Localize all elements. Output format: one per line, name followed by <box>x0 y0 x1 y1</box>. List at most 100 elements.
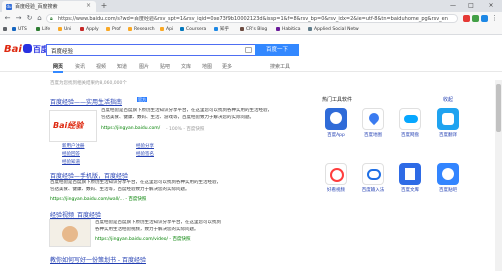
window-close-icon[interactable]: × <box>484 0 498 12</box>
sublink[interactable]: 经验分享 <box>136 143 154 149</box>
watermark-line1: PConline <box>388 200 449 217</box>
menu-icon[interactable]: ⋮ <box>490 14 499 23</box>
close-tab-icon[interactable]: × <box>86 2 91 9</box>
folder-icon <box>12 26 16 31</box>
app-netdisk[interactable]: 百度网盘 <box>398 108 422 138</box>
app-baidu[interactable]: 百度App <box>324 108 348 138</box>
tab-title: 百度经验_百度搜索 <box>15 4 58 10</box>
lock-icon: 🔒︎ <box>50 16 53 22</box>
search-tools[interactable]: 搜索工具 <box>270 63 290 70</box>
bookmark-item[interactable]: Apply <box>80 26 99 34</box>
bookmark-item[interactable]: Applied Social Netw <box>308 26 359 34</box>
tab-video[interactable]: 视频 <box>96 63 106 70</box>
result-title[interactable]: 百度经验—手机版，百度经验 <box>50 171 128 180</box>
tab-images[interactable]: 图片 <box>139 63 149 70</box>
minimize-icon[interactable]: — <box>446 0 460 12</box>
result-desc: 百度经验是百度旗下原创生活知识分享平台，在这里您可以找到各种实用的生活经验， <box>101 108 272 113</box>
home-icon[interactable]: ⌂ <box>35 14 44 23</box>
result-url[interactable]: https://jingyan.baidu.com/video/ - 百度快照 <box>95 236 190 242</box>
video-thumbnail[interactable] <box>49 219 91 247</box>
new-tab-button[interactable]: + <box>99 1 109 11</box>
sublink[interactable]: 经验回答 <box>62 151 80 157</box>
app-tieba[interactable]: 百度贴吧 <box>436 163 460 193</box>
bookmark-item[interactable]: UTS <box>12 26 27 34</box>
extension-icon[interactable] <box>463 15 470 22</box>
tieba-app-icon <box>437 163 459 185</box>
folder-icon <box>36 26 40 31</box>
result-url[interactable]: https://jingyan.baidu.com/ <box>101 126 160 131</box>
bookmark-item[interactable]: Uni <box>58 26 71 34</box>
app-translate[interactable]: 百度翻译 <box>436 108 460 138</box>
browser-tab[interactable]: du 百度经验_百度搜索 × <box>2 1 96 12</box>
bookmark-item[interactable]: Prof <box>106 26 121 34</box>
search-value: 百度经验 <box>51 49 74 55</box>
bookmark-item[interactable]: CR's Blog <box>240 26 267 34</box>
map-app-icon <box>362 108 384 130</box>
sublink[interactable]: 新用户注册 <box>62 143 85 149</box>
fold-link[interactable]: 收起 <box>443 96 453 103</box>
forward-icon[interactable]: → <box>14 14 23 23</box>
zhihu-icon <box>214 26 218 31</box>
result-desc: 百度经验是百度旗下原创生活知识分享平台，在这里您可以找到 <box>95 220 221 225</box>
result-url[interactable]: https://jingyan.baidu.com/wall/... - 百度快… <box>50 196 146 202</box>
back-icon[interactable]: ← <box>3 14 12 23</box>
result-url-tail[interactable]: - 100% - 百度快照 <box>166 126 204 132</box>
result-logo[interactable]: Bai经验 <box>49 110 97 142</box>
maximize-icon[interactable]: □ <box>464 0 478 12</box>
tab-more[interactable]: 更多 <box>222 63 232 70</box>
tab-bar: du 百度经验_百度搜索 × + — □ × <box>0 0 502 12</box>
wenku-app-icon <box>399 163 421 185</box>
baidu-app-icon <box>325 108 347 130</box>
bookmark-item[interactable]: 知乎 <box>214 26 229 34</box>
page-icon <box>308 26 312 31</box>
watermark-line2: IT百科 <box>385 229 478 265</box>
bookmark-item[interactable]: Habitica <box>276 26 301 34</box>
official-badge: 官方 <box>137 97 147 102</box>
result-count: 百度为您找到相关结果约8,060,000个 <box>50 81 127 86</box>
app-input[interactable]: 百度输入法 <box>361 163 385 193</box>
baidu-logo[interactable]: Bai 百度 <box>4 44 49 56</box>
result-title[interactable]: 经验视频_百度经验 <box>50 210 101 219</box>
bookmark-item[interactable]: Life <box>36 26 50 34</box>
tab-tieba[interactable]: 贴吧 <box>160 63 170 70</box>
app-map[interactable]: 百度地图 <box>361 108 385 138</box>
bookmark-item[interactable]: Coursera <box>180 26 206 34</box>
address-bar[interactable]: 🔒︎ https://www.baidu.com/s?wd=百度经验&rsv_s… <box>46 14 458 23</box>
result-title[interactable]: 百度经验——实用生活指南 <box>50 97 122 106</box>
baidu-favicon-icon: du <box>6 4 12 10</box>
tab-zhidao[interactable]: 知道 <box>117 63 127 70</box>
result-desc: 百度经验是百度旗下原创生活知识分享平台，在这里您可以找到各种实用的生活经验， <box>50 180 221 185</box>
translate-app-icon <box>437 108 459 130</box>
url-text[interactable]: https://www.baidu.com/s?wd=百度经验&rsv_spt=… <box>58 16 448 22</box>
search-input[interactable]: 百度经验 <box>46 44 255 56</box>
input-app-icon <box>362 163 384 185</box>
blog-icon <box>240 26 244 31</box>
bookmark-item[interactable]: Research <box>128 26 155 34</box>
result-title[interactable]: 教你如何写好一份策划书 - 百度经验 <box>50 255 146 264</box>
pconline-watermark: PConline IT百科 <box>305 190 502 271</box>
search-button[interactable]: 百度一下 <box>255 44 299 56</box>
reload-icon[interactable]: ↻ <box>25 14 34 23</box>
sublink[interactable]: 经验知道 <box>62 159 80 165</box>
folder-icon <box>58 26 62 31</box>
tab-web[interactable]: 网页 <box>53 63 64 73</box>
result-desc: 包括美食、健康、数码、生活等，百度经验致力于解决您的实际问题。 <box>50 187 190 192</box>
result-desc: 包括美食、健康、数码、生活、游戏等，百度经验致力于解决您的实际问题。 <box>101 115 254 120</box>
folder-icon <box>128 26 132 31</box>
extension-icon[interactable] <box>481 15 488 22</box>
folder-icon <box>80 26 84 31</box>
tab-wenku[interactable]: 文库 <box>181 63 191 70</box>
app-wenku[interactable]: 百度文库 <box>398 163 422 193</box>
address-toolbar: ← → ↻ ⌂ 🔒︎ https://www.baidu.com/s?wd=百度… <box>0 12 502 25</box>
cloud-app-icon <box>399 108 421 130</box>
bookmark-item[interactable]: Api <box>160 26 173 34</box>
bookmark-item[interactable] <box>3 26 9 34</box>
app-video[interactable]: 好看视频 <box>324 163 348 193</box>
camera-icon[interactable] <box>245 47 252 53</box>
scrollbar-thumb[interactable] <box>496 84 501 132</box>
tab-map[interactable]: 地图 <box>202 63 212 70</box>
sublink[interactable]: 经验签名 <box>136 151 154 157</box>
right-panel-title: 热门工具软件 <box>322 97 353 103</box>
extension-icon[interactable] <box>472 15 479 22</box>
tab-news[interactable]: 资讯 <box>75 63 85 70</box>
